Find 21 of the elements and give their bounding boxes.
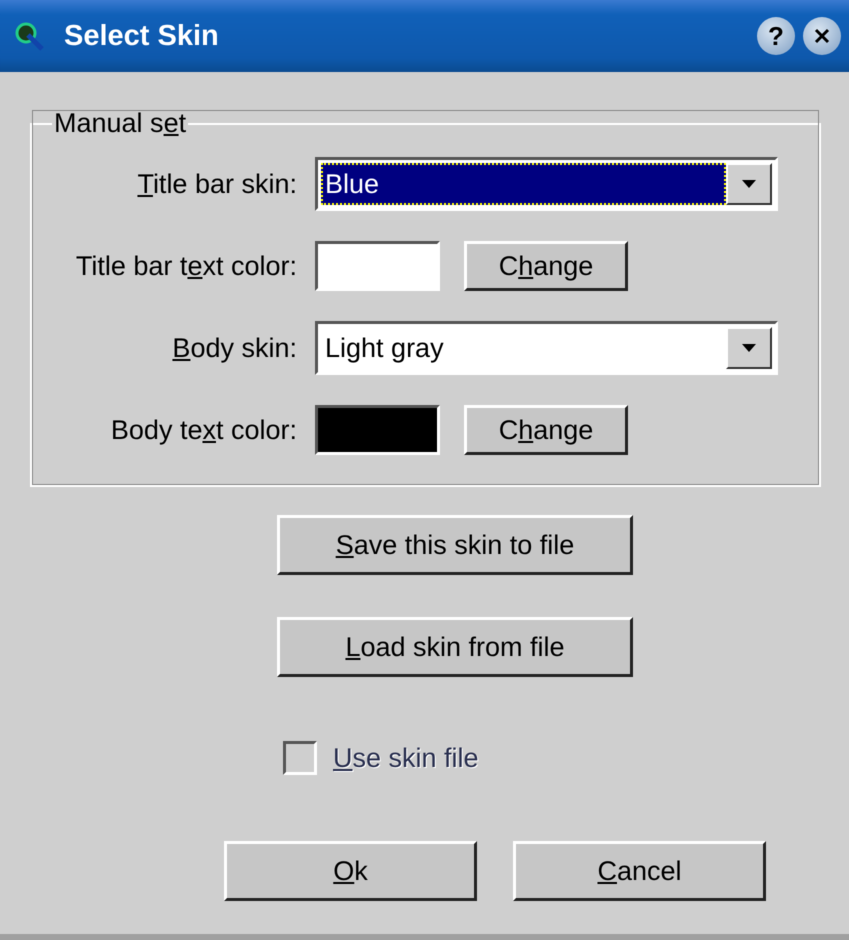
dropdown-value: Light gray: [324, 332, 445, 365]
field-label: Title bar skin:: [136, 168, 297, 200]
window-title: Select Skin: [64, 20, 220, 52]
change-button[interactable]: Change: [464, 241, 628, 291]
group-label: Manual set: [53, 108, 188, 139]
change-button[interactable]: Change: [464, 405, 628, 455]
app-icon: [14, 21, 44, 51]
checkbox-label: Use skin file: [333, 742, 479, 774]
save-skin-button[interactable]: Save this skin to file: [277, 515, 633, 575]
dropdown[interactable]: Light gray: [315, 321, 778, 375]
close-icon: [812, 26, 832, 46]
cancel-button[interactable]: Cancel: [513, 841, 766, 901]
close-button[interactable]: [803, 17, 841, 55]
help-button[interactable]: ?: [757, 17, 795, 55]
field-label: Title bar text color:: [74, 250, 297, 282]
field-label: Body text color:: [110, 414, 297, 446]
field-label: Body skin:: [171, 332, 297, 364]
load-skin-button[interactable]: Load skin from file: [277, 617, 633, 677]
ok-button[interactable]: Ok: [224, 841, 477, 901]
dropdown[interactable]: Blue: [315, 157, 778, 211]
dropdown-value: Blue: [321, 163, 726, 205]
